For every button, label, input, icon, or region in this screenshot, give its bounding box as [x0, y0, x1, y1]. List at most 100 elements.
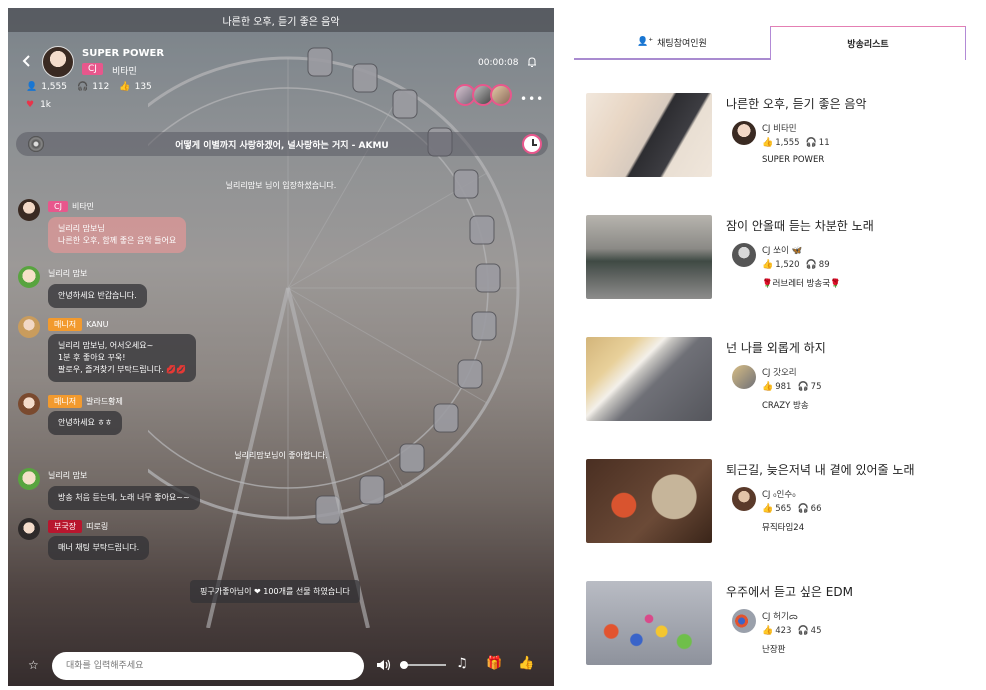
message-bubble: 닐리리 맘보님, 어서오세요~ 1분 후 좋아요 꾸욱! 팔로우, 즐겨찾기 부… [48, 334, 197, 382]
heart-count: 1k [40, 100, 52, 110]
bell-icon[interactable] [526, 56, 538, 68]
dj-name: CJ 허기ᯅ [762, 612, 798, 622]
gift-icon[interactable]: 🎁 [486, 656, 502, 671]
stream-title: 나른한 오후, 듣기 좋은 음악 [222, 16, 340, 28]
thumbs-up-button-icon[interactable]: 👍 [518, 656, 534, 671]
listener-count: 89 [818, 260, 830, 270]
headphones-icon: 🎧 [805, 138, 817, 148]
disc-icon [28, 136, 44, 152]
broadcast-item[interactable]: 퇴근길, 늦은저녁 내 곁에 있어줄 노래 CJ ₀인수₀ 👍 565 🎧 66 뮤… [586, 459, 966, 545]
user-nickname: 닐리리 맘보 [48, 471, 88, 480]
host-avatar[interactable] [42, 46, 74, 78]
user-nickname: KANU [86, 320, 109, 329]
role-badge: 매니저 [48, 395, 83, 408]
role-badge: 부국장 [48, 520, 83, 533]
volume-slider[interactable] [400, 661, 446, 669]
dj-avatar [732, 365, 756, 389]
broadcast-thumbnail[interactable] [586, 581, 712, 665]
listener-count: 66 [810, 504, 822, 514]
headphones-icon: 🎧 [797, 504, 809, 514]
broadcast-title[interactable]: 넌 나를 외롭게 하지 [726, 339, 826, 356]
gift-notification: 핑구가좋아님이 ❤ 100개를 선물 하였습니다 [190, 580, 360, 603]
channel-name: CRAZY 방송 [762, 401, 809, 411]
thumbs-up-icon: 👍 [119, 82, 131, 92]
thumbs-up-icon: 👍 [762, 138, 774, 148]
user-avatar[interactable] [18, 266, 40, 288]
stream-timer: 00:00:08 [478, 58, 519, 68]
heart-stat: ♥ 1k [26, 100, 51, 110]
listener-count: 11 [818, 138, 830, 148]
broadcast-item[interactable]: 우주에서 듣고 싶은 EDM CJ 허기ᯅ 👍 423 🎧 45 난장판 [586, 581, 966, 667]
broadcast-stats: 👍 1,520 🎧 89 [762, 260, 830, 270]
user-avatar[interactable] [18, 468, 40, 490]
like-count: 135 [134, 82, 152, 92]
user-avatar[interactable] [18, 518, 40, 540]
guest-avatars[interactable] [454, 84, 512, 106]
user-avatar[interactable] [18, 316, 40, 338]
broadcast-stats: 👍 981 🎧 75 [762, 382, 822, 392]
broadcast-title[interactable]: 퇴근길, 늦은저녁 내 곁에 있어줄 노래 [726, 461, 915, 478]
tab-broadcast-list[interactable]: 방송리스트 [770, 26, 966, 60]
channel-name: 뮤직타임24 [762, 523, 805, 533]
message-line: 1분 후 좋아요 꾸욱! [58, 353, 126, 362]
broadcast-stats: 👍 1,555 🎧 11 [762, 138, 830, 148]
broadcast-title[interactable]: 나른한 오후, 듣기 좋은 음악 [726, 95, 867, 112]
like-count: 981 [775, 382, 792, 392]
channel-name: 🌹러브레터 방송국🌹 [762, 279, 841, 289]
broadcast-stats: 👍 423 🎧 45 [762, 626, 822, 636]
like-count: 423 [775, 626, 792, 636]
chat-input[interactable] [52, 652, 364, 680]
now-playing-title: 어떻게 이별까지 사랑하겠어, 널사랑하는 거지 - AKMU [175, 140, 389, 151]
star-icon[interactable]: ☆ [28, 658, 39, 672]
message-line: 나른한 오후, 함께 좋은 음악 들어요 [58, 236, 177, 245]
listener-count: 75 [810, 382, 822, 392]
broadcast-thumbnail[interactable] [586, 337, 712, 421]
clock-icon[interactable] [522, 134, 542, 154]
headphones-icon: 🎧 [797, 626, 809, 636]
role-badge: 매니저 [48, 318, 83, 331]
broadcast-item[interactable]: 넌 나를 외롭게 하지 CJ 갓오리 👍 981 🎧 75 CRAZY 방송 [586, 337, 966, 423]
broadcast-item[interactable]: 잠이 안올때 듣는 차분한 노래 CJ 쏘이 🦋 👍 1,520 🎧 89 🌹러브레… [586, 215, 966, 301]
message-bubble: 안녕하세요 반갑습니다. [48, 284, 147, 308]
tab-label: 채팅참여인원 [657, 38, 707, 49]
host-nickname: 비타민 [112, 67, 137, 77]
dj-name: CJ ₀인수₀ [762, 490, 796, 500]
tab-chat-participants[interactable]: 👤⁺ 채팅참여인원 [574, 26, 770, 60]
volume-slider-knob[interactable] [400, 661, 408, 669]
viewer-count: 1,555 [41, 82, 67, 92]
music-note-icon[interactable]: ♫ [456, 656, 468, 671]
more-dots-icon[interactable]: ••• [520, 92, 544, 106]
like-count: 1,520 [775, 260, 800, 270]
dj-name: CJ 비타민 [762, 124, 797, 134]
channel-name: 난장판 [762, 645, 786, 655]
guest-avatar[interactable] [490, 84, 512, 106]
broadcast-thumbnail[interactable] [586, 215, 712, 299]
back-arrow-icon[interactable] [20, 54, 34, 68]
broadcast-title[interactable]: 잠이 안올때 듣는 차분한 노래 [726, 217, 874, 234]
user-avatar[interactable] [18, 199, 40, 221]
chat-bottom-bar: ☆ ♫ 🎁 👍 [8, 644, 554, 686]
tab-bar: 👤⁺ 채팅참여인원 방송리스트 [574, 26, 966, 60]
message-line: 팔로우, 즐겨찾기 부탁드립니다. [58, 365, 164, 374]
headphones-icon: 🎧 [805, 260, 817, 270]
broadcast-item[interactable]: 나른한 오후, 듣기 좋은 음악 CJ 비타민 👍 1,555 🎧 11 SUPER… [586, 93, 966, 179]
message-bubble: 닐리리 맘보님 나른한 오후, 함께 좋은 음악 들어요 [48, 217, 187, 253]
like-count: 1,555 [775, 138, 800, 148]
broadcast-thumbnail[interactable] [586, 93, 712, 177]
dj-avatar [732, 243, 756, 267]
user-nickname: 띠로링 [86, 522, 109, 531]
listener-count: 112 [92, 82, 110, 92]
user-avatar[interactable] [18, 393, 40, 415]
broadcast-title[interactable]: 우주에서 듣고 싶은 EDM [726, 583, 853, 600]
broadcast-thumbnail[interactable] [586, 459, 712, 543]
volume-icon[interactable] [376, 658, 392, 672]
host-cj-badge: CJ [82, 63, 103, 75]
user-nickname: 닐리리 맘보 [48, 269, 88, 278]
live-stream-panel: 나른한 오후, 듣기 좋은 음악 SUPER POWER CJ 비타민 👤 1,5… [8, 8, 554, 686]
role-badge: CJ [48, 201, 68, 212]
listener-count: 45 [810, 626, 822, 636]
stream-stats: 👤 1,555 🎧 112 👍 135 [26, 82, 152, 92]
thumbs-up-icon: 👍 [762, 382, 774, 392]
lips-emoji-icon: 💋💋 [166, 365, 187, 374]
now-playing-bar[interactable]: 어떻게 이별까지 사랑하겠어, 널사랑하는 거지 - AKMU [16, 132, 548, 156]
